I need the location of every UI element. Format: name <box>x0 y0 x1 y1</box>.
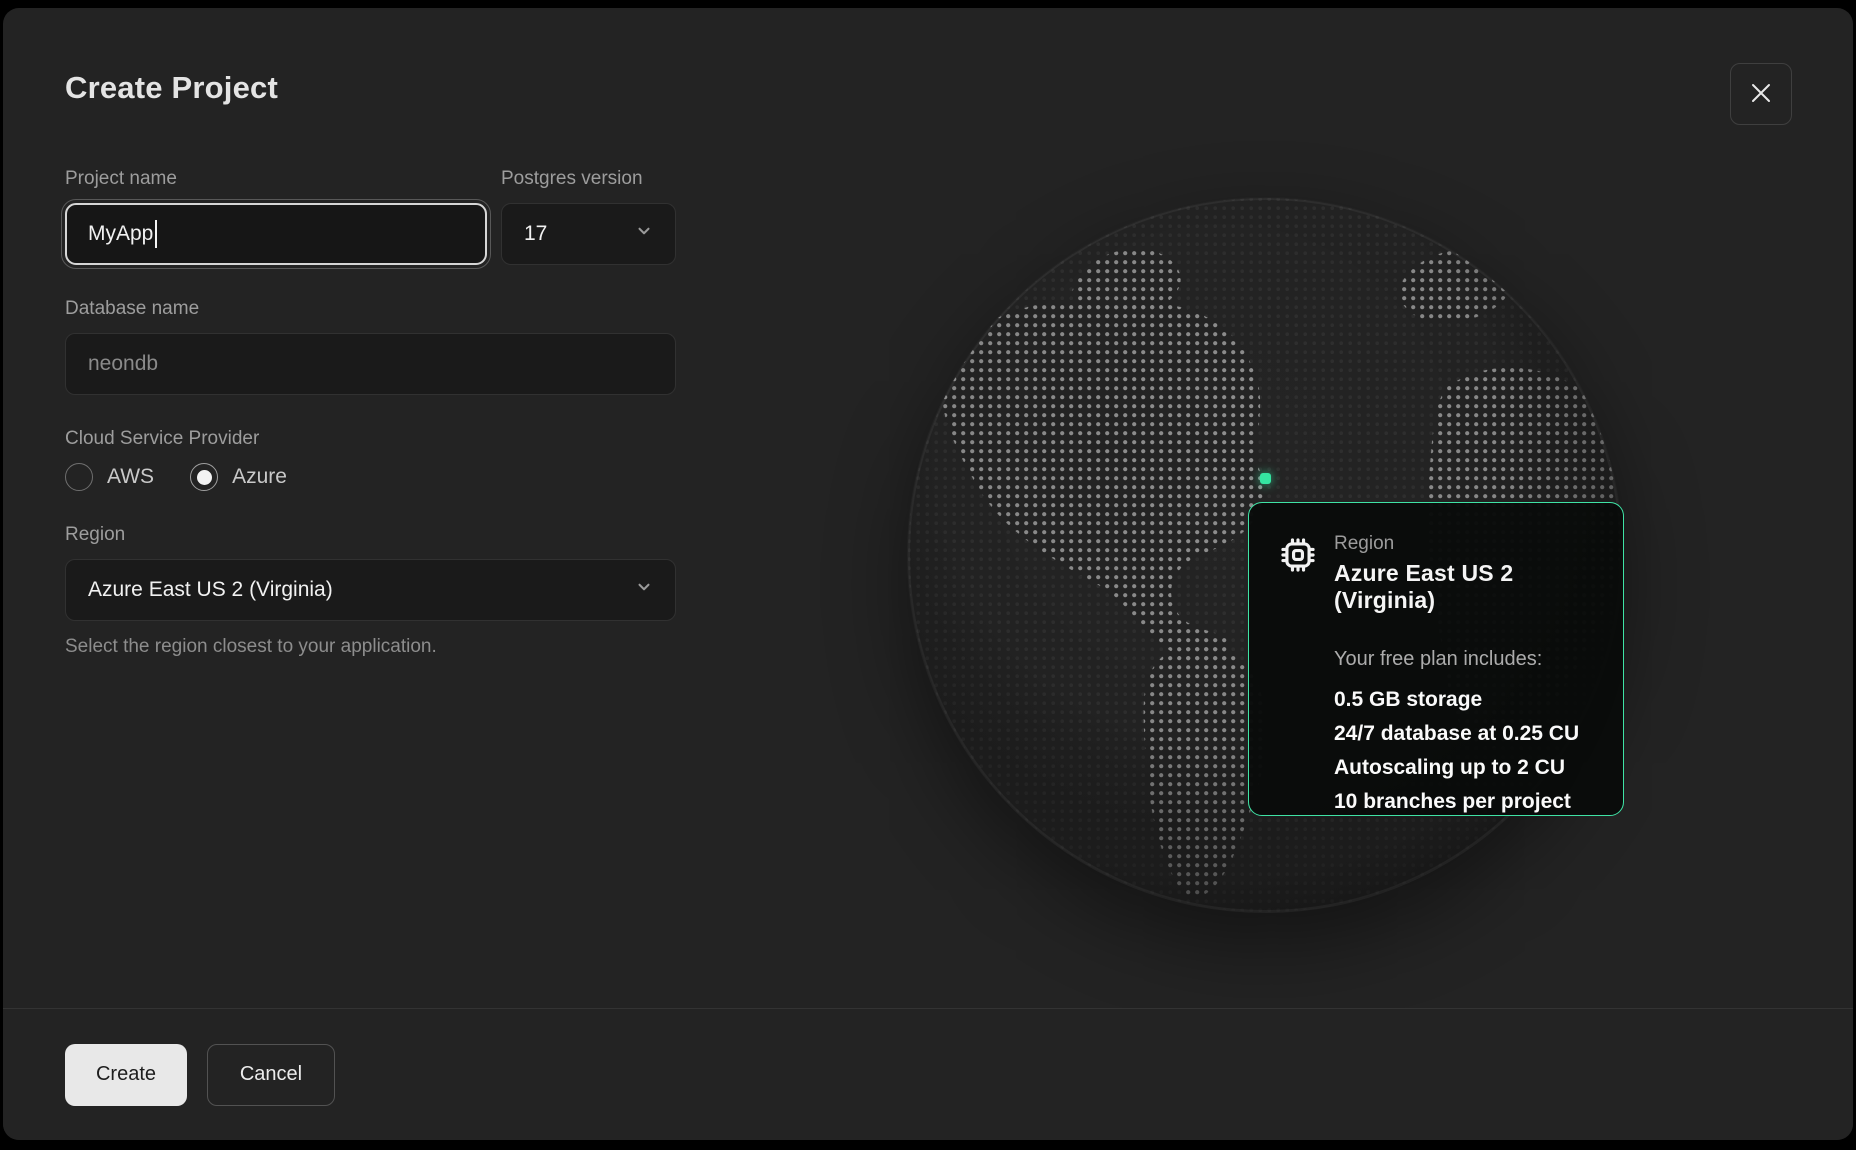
project-name-label: Project name <box>65 168 487 190</box>
create-button[interactable]: Create <box>65 1044 187 1106</box>
radio-circle-aws <box>65 463 93 491</box>
region-card-header-text: Region Azure East US 2 (Virginia) <box>1334 533 1595 614</box>
cloud-provider-radio-group: AWS Azure <box>65 463 676 491</box>
radio-option-azure[interactable]: Azure <box>190 463 287 491</box>
plan-feature-branches: 10 branches per project <box>1334 785 1595 819</box>
radio-option-aws[interactable]: AWS <box>65 463 154 491</box>
project-name-value: MyApp <box>88 222 153 246</box>
database-name-label: Database name <box>65 298 676 320</box>
region-label: Region <box>65 524 676 546</box>
region-card-header: Region Azure East US 2 (Virginia) <box>1279 533 1595 614</box>
free-plan-section: Your free plan includes: 0.5 GB storage … <box>1334 648 1595 819</box>
radio-label-aws: AWS <box>107 465 154 489</box>
text-cursor <box>155 220 157 248</box>
database-name-input[interactable] <box>65 333 676 395</box>
cloud-provider-label: Cloud Service Provider <box>65 428 676 450</box>
cpu-icon <box>1279 536 1317 614</box>
x-icon <box>1748 80 1774 109</box>
create-project-dialog: Create Project <box>3 8 1853 1140</box>
cancel-button[interactable]: Cancel <box>207 1044 335 1106</box>
radio-label-azure: Azure <box>232 465 287 489</box>
region-select-value: Azure East US 2 (Virginia) <box>88 578 333 602</box>
postgres-version-value: 17 <box>524 222 547 246</box>
region-helper-text: Select the region closest to your applic… <box>65 636 676 658</box>
free-plan-feature-list: 0.5 GB storage 24/7 database at 0.25 CU … <box>1334 683 1595 819</box>
region-info-card: Region Azure East US 2 (Virginia) Your f… <box>1248 502 1624 816</box>
project-name-input[interactable]: MyApp <box>65 203 487 265</box>
region-card-label: Region <box>1334 533 1595 555</box>
project-form: Project name MyApp Postgres version 17 D… <box>65 168 676 658</box>
close-button[interactable] <box>1730 63 1792 125</box>
chevron-down-icon <box>635 222 653 246</box>
page-title: Create Project <box>65 70 278 106</box>
region-map-marker <box>1260 473 1271 484</box>
region-card-title: Azure East US 2 (Virginia) <box>1334 560 1595 614</box>
free-plan-heading: Your free plan includes: <box>1334 648 1595 671</box>
plan-feature-database: 24/7 database at 0.25 CU <box>1334 717 1595 751</box>
radio-circle-azure <box>190 463 218 491</box>
dialog-footer: Create Cancel <box>3 1008 1853 1140</box>
region-select[interactable]: Azure East US 2 (Virginia) <box>65 559 676 621</box>
postgres-version-select[interactable]: 17 <box>501 203 676 265</box>
plan-feature-autoscaling: Autoscaling up to 2 CU <box>1334 751 1595 785</box>
chevron-down-icon <box>635 578 653 602</box>
plan-feature-storage: 0.5 GB storage <box>1334 683 1595 717</box>
postgres-version-label: Postgres version <box>501 168 676 190</box>
